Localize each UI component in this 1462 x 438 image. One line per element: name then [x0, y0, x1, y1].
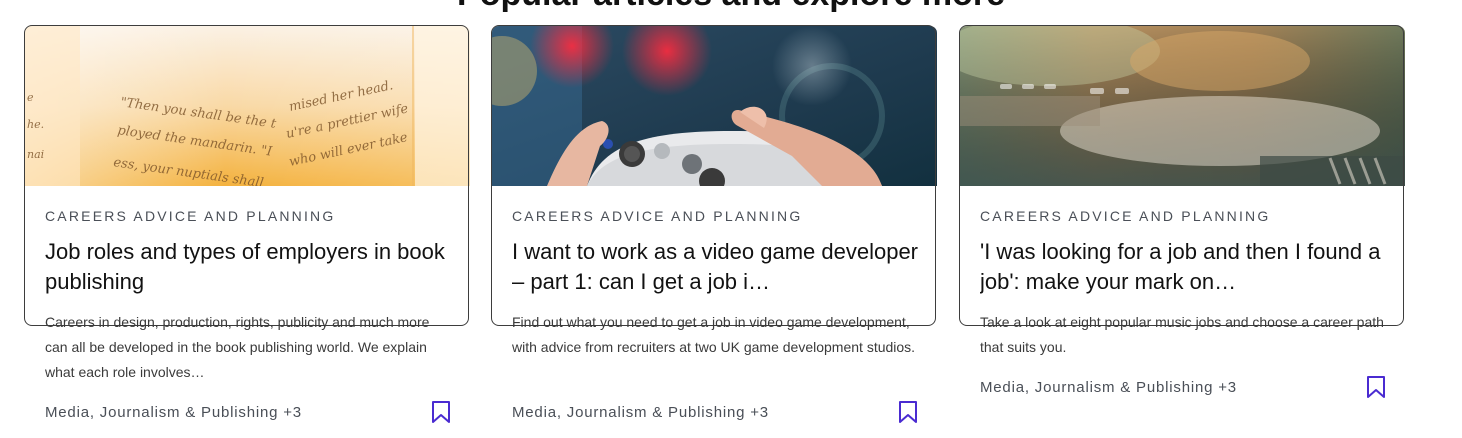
- section-heading: Popular articles and explore more: [0, 0, 1462, 14]
- article-category: CAREERS ADVICE AND PLANNING: [45, 208, 336, 224]
- article-tags: Media, Journalism & Publishing +3: [45, 404, 302, 421]
- article-image-music-desk[interactable]: [960, 26, 1405, 186]
- svg-text:he.: he.: [27, 118, 44, 131]
- article-category: CAREERS ADVICE AND PLANNING: [512, 208, 803, 224]
- bookmark-icon[interactable]: [431, 400, 451, 424]
- article-title[interactable]: Job roles and types of employers in book…: [45, 237, 457, 297]
- article-card-book-publishing[interactable]: "Then you shall be the t ployed the mand…: [24, 25, 471, 438]
- article-card-music-jobs[interactable]: CAREERS ADVICE AND PLANNING 'I was looki…: [959, 25, 1406, 438]
- svg-text:nai: nai: [27, 148, 44, 161]
- bookmark-icon[interactable]: [1366, 375, 1386, 399]
- svg-text:e: e: [27, 91, 34, 104]
- article-image-book-pages[interactable]: "Then you shall be the t ployed the mand…: [25, 26, 470, 186]
- article-image-game-controller[interactable]: [492, 26, 937, 186]
- article-summary: Take a look at eight popular music jobs …: [980, 314, 1384, 355]
- article-summary: Careers in design, production, rights, p…: [45, 314, 430, 380]
- article-tags: Media, Journalism & Publishing +3: [980, 379, 1237, 396]
- bookmark-icon[interactable]: [898, 400, 918, 424]
- article-card-video-game-developer[interactable]: CAREERS ADVICE AND PLANNING I want to wo…: [491, 25, 938, 438]
- article-tags: Media, Journalism & Publishing +3: [512, 404, 769, 421]
- article-summary: Find out what you need to get a job in v…: [512, 314, 916, 355]
- article-title[interactable]: 'I was looking for a job and then I foun…: [980, 237, 1392, 297]
- article-category: CAREERS ADVICE AND PLANNING: [980, 208, 1271, 224]
- article-title[interactable]: I want to work as a video game developer…: [512, 237, 924, 297]
